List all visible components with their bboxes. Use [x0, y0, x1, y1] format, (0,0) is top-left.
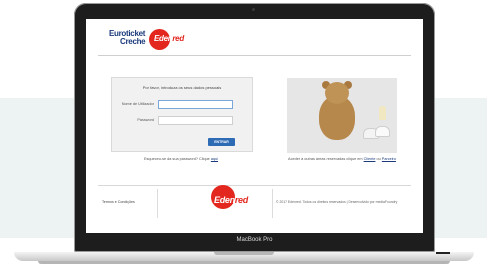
footer-divider-left	[157, 189, 158, 218]
copyright-text: © 2017 Edenred. Todos os direitos reserv…	[276, 200, 398, 204]
laptop-lid: Euroticket Creche Edenred Por favor, int…	[74, 3, 435, 252]
laptop-notch	[214, 252, 274, 255]
header-divider	[98, 55, 411, 56]
brand-line2: Creche	[120, 37, 146, 46]
login-title: Por favor, introduza os seus dados pesso…	[142, 85, 222, 90]
edenred-footer-logo: Edenred	[214, 195, 248, 205]
access-areas-text: Aceder à outras áreas reservadas clique …	[288, 157, 396, 161]
partner-link[interactable]: Parceiro	[382, 157, 396, 161]
edenred-logo: Edenred	[154, 34, 184, 43]
footer-divider-right	[272, 189, 273, 218]
laptop-indicator	[436, 252, 450, 254]
laptop-shadow	[38, 261, 450, 264]
client-link[interactable]: Cliente	[364, 157, 376, 161]
footer-divider	[98, 185, 411, 186]
baby-bottle-icon	[379, 106, 386, 120]
password-label: Password	[137, 118, 154, 122]
baby-shoe-icon	[375, 126, 390, 137]
forgot-password-text: Esqueceu-se da sua password? Clique aqui	[143, 157, 219, 161]
username-input[interactable]	[158, 100, 233, 109]
password-input[interactable]	[158, 116, 233, 125]
username-label: Nome de Utilizador	[121, 102, 154, 106]
camera-icon	[252, 8, 255, 11]
euroticket-logo[interactable]: Euroticket Creche	[109, 30, 146, 46]
terms-link[interactable]: Termos e Condições	[102, 200, 135, 204]
teddy-bear-photo	[287, 78, 397, 153]
login-button[interactable]: ENTRAR	[208, 138, 235, 146]
macbook-label: MacBook Pro	[236, 237, 273, 243]
teddy-bear-head	[325, 82, 349, 104]
forgot-password-link[interactable]: aqui	[211, 157, 218, 161]
login-form: Por favor, introduza os seus dados pesso…	[111, 77, 253, 152]
browser-screen: Euroticket Creche Edenred Por favor, int…	[86, 19, 423, 233]
